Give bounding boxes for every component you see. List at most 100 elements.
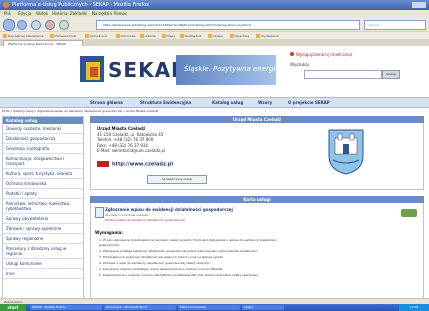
service-meta[interactable]: Zmiana wpisu do ewidencji działalności g… xyxy=(105,218,185,222)
service-meta[interactable]: Wniosek o podobnej usłudze xyxy=(105,213,148,217)
bookmark-icon xyxy=(140,34,144,38)
nav-structure[interactable]: Struktura Ewidencyjna xyxy=(140,100,191,105)
site-search-button[interactable]: Szukaj xyxy=(382,70,400,79)
sidebar-item[interactable]: Ochrona środowiska xyxy=(3,179,83,189)
sidebar-item[interactable]: Sprawy regionalne xyxy=(3,234,83,244)
web-icon xyxy=(97,161,109,167)
menu-item-view[interactable]: Widok xyxy=(36,11,48,16)
nav-about[interactable]: O projekcie SEKAP xyxy=(288,100,330,105)
tab-bar: Platforma e-Usług Publicznych - SEKAP xyxy=(0,39,429,47)
sidebar-item[interactable]: Dowody osobiste, meldunki xyxy=(3,124,83,134)
forward-icon[interactable] xyxy=(17,20,27,30)
bookmark-item[interactable]: Mapy xyxy=(162,34,175,38)
bookmark-icon xyxy=(116,34,120,38)
sidebar-item[interactable]: Inne xyxy=(3,269,83,279)
coat-of-arms-icon xyxy=(328,129,364,175)
institution-name: Urząd Miasta Czeladź xyxy=(97,126,146,131)
taskbar: start SEKAP - Mozilla Firefox Dokument -… xyxy=(0,304,429,311)
sidebar-item[interactable]: Podatki i opłaty xyxy=(3,189,83,199)
sidebar-item[interactable]: Komunikacja, drogownictwo i transport xyxy=(3,154,83,169)
main-navigation: Strona główna Struktura Ewidencyjna Kata… xyxy=(0,97,429,108)
bookmark-icon xyxy=(256,34,260,38)
menu-item-tools[interactable]: Narzędzia xyxy=(92,11,112,16)
requirement-line: 3. Przedsiębiorca wykonuje działalność w… xyxy=(99,255,225,259)
taskbar-item[interactable]: Skype xyxy=(242,305,284,310)
email-line[interactable]: E-Mail: sekretariat@um.czeladz.pl xyxy=(97,148,165,153)
taskbar-item[interactable]: Total Commander xyxy=(178,305,240,310)
institution-address: Urząd Miasta Czeladź 41-250 Czeladź, ul.… xyxy=(97,126,165,154)
menu-item-edit[interactable]: Edycja xyxy=(18,11,31,16)
document-icon xyxy=(95,207,104,218)
bookmark-icon xyxy=(85,34,89,38)
requirement-line: a. kserokopię dowodu osobistego, kopię z… xyxy=(99,267,223,271)
logo-text: SEKAP xyxy=(108,58,187,82)
stop-icon[interactable] xyxy=(45,20,55,30)
sekap-logo[interactable]: SEKAP xyxy=(80,54,186,86)
service-card-header: Karta usługi xyxy=(90,196,424,203)
sidebar-item[interactable]: Działalność gospodarcza xyxy=(3,134,83,144)
menu-item-file[interactable]: Plik xyxy=(4,11,11,16)
logout-icon xyxy=(290,52,294,56)
institution-panel: Urząd Miasta Czeladź 41-250 Czeladź, ul.… xyxy=(90,123,424,190)
service-card: Zgłoszenie wpisu do ewidencji działalnoś… xyxy=(90,203,424,298)
start-button[interactable]: start xyxy=(0,304,26,311)
bookmark-icon xyxy=(180,34,184,38)
institution-header: Urząd Miasta Czeladź xyxy=(90,116,424,123)
taskbar-item[interactable]: Dokument - Microsoft Word xyxy=(104,305,176,310)
address-text: https://www.sekap.pl/katalog.seam?id=349… xyxy=(103,23,252,27)
requirement-line: 4. Wniosek o wpis do ewidencji działalno… xyxy=(99,261,211,265)
menu-item-bookmarks[interactable]: Zakładki xyxy=(70,11,87,16)
requirement-line: 2. Zgłoszenie podlega ewidencji działaln… xyxy=(99,249,258,253)
menu-item-help[interactable]: Pomoc xyxy=(114,11,127,16)
search-placeholder: Google xyxy=(369,23,380,27)
main-content: Urząd Miasta Czeladź Urząd Miasta Czelad… xyxy=(90,116,424,298)
navigation-toolbar: https://www.sekap.pl/katalog.seam?id=349… xyxy=(0,17,429,31)
breadcrumb[interactable]: Profil » Katalog usług » Zgłoszenie wpis… xyxy=(2,109,158,113)
logout-link[interactable]: Wyloguj/zamknij (mielnicka) xyxy=(290,52,352,57)
bookmark-icon xyxy=(208,34,212,38)
sidebar-item[interactable]: Kultura, sport, turystyka, oświata xyxy=(3,169,83,179)
bookmark-item[interactable]: Aktualności xyxy=(85,34,107,38)
sidebar-item[interactable]: Rolnictwo, leśnictwo, łowiectwo, rybołów… xyxy=(3,199,83,214)
site-search-input[interactable] xyxy=(304,70,382,79)
sidebar-item[interactable]: Zdrowie i sprawy społeczne xyxy=(3,224,83,234)
bookmark-icon xyxy=(3,34,7,38)
nav-catalog[interactable]: Katalog usług xyxy=(212,100,243,105)
back-icon[interactable] xyxy=(3,19,15,31)
menu-item-history[interactable]: Historia xyxy=(52,11,67,16)
search-input[interactable]: Google xyxy=(364,20,426,30)
bookmark-item[interactable]: Wydarzenia xyxy=(256,34,279,38)
bookmark-item[interactable]: Galerie xyxy=(140,34,156,38)
sidebar-item[interactable]: Geodezja, kartografia xyxy=(3,144,83,154)
firefox-icon xyxy=(3,2,9,8)
phone-line: Telefon: +48 (32) 76 37 900 xyxy=(97,137,154,142)
bookmark-item[interactable]: Najczęściej odwiedzane xyxy=(3,34,44,38)
nav-home[interactable]: Strona główna xyxy=(90,100,123,105)
sidebar-item[interactable]: Usługi komunalne xyxy=(3,259,83,269)
banner-slogan: Śląskie. Pozytywna energia xyxy=(184,65,280,73)
home-icon[interactable] xyxy=(59,20,69,30)
taskbar-item[interactable]: SEKAP - Mozilla Firefox xyxy=(30,305,102,310)
service-title[interactable]: Zgłoszenie wpisu do ewidencji działalnoś… xyxy=(105,207,233,212)
page-content: SEKAP Śląskie. Pozytywna energia Wyloguj… xyxy=(0,46,429,298)
window-titlebar: Platforma e-Usług Publicznych - SEKAP - … xyxy=(0,0,429,10)
bookmark-item[interactable]: Pierwsze kroki xyxy=(50,34,76,38)
search-label: Wyszukaj xyxy=(290,62,309,67)
fax-line: Faks: +48 (32) 76 37 934 xyxy=(97,142,148,148)
bookmark-item[interactable]: Sklepy xyxy=(208,34,223,38)
start-service-icon[interactable] xyxy=(401,209,417,217)
nav-forms[interactable]: Wzory xyxy=(258,100,272,105)
bookmark-item[interactable]: Wypróbuj xyxy=(230,34,249,38)
reload-icon[interactable] xyxy=(31,20,41,30)
bookmark-item[interactable]: Darmowe xyxy=(116,34,135,38)
website-link[interactable]: http://www.czeladz.pl xyxy=(97,161,173,168)
window-controls[interactable] xyxy=(412,2,426,8)
other-services-button[interactable]: Sprawdź inne usługi xyxy=(147,175,207,184)
requirement-line: 1. W celu zgłoszenia (przedsiębiorca) wn… xyxy=(99,238,277,242)
address-bar[interactable]: https://www.sekap.pl/katalog.seam?id=349… xyxy=(96,20,360,30)
sidebar-header: Katalog usług xyxy=(3,117,83,124)
bookmark-item[interactable]: Niezbędnik xyxy=(180,34,202,38)
sidebar-item[interactable]: Sprawy obywatelskie xyxy=(3,214,83,224)
sidebar-item[interactable]: Procedury z dziedziny usług w regionie xyxy=(3,244,83,259)
logo-mark-part xyxy=(90,67,98,77)
